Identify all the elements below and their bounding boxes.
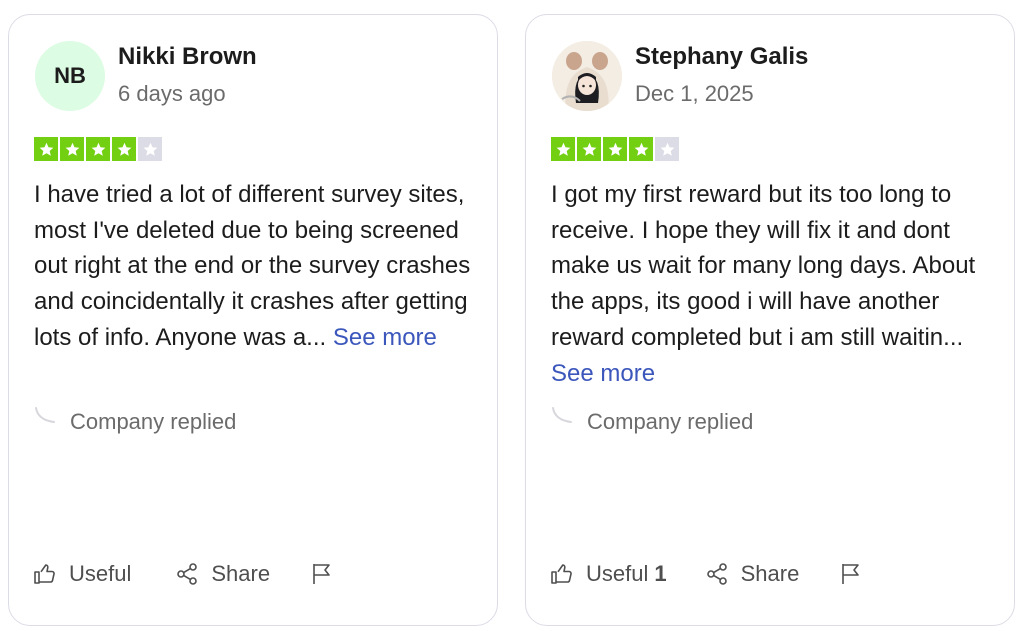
reply-corner-icon xyxy=(35,407,55,423)
star-filled-icon xyxy=(86,137,110,161)
share-button[interactable]: Share xyxy=(175,561,270,587)
share-icon xyxy=(706,563,727,585)
review-body: I got my first reward but its too long t… xyxy=(551,181,976,351)
review-card: Stephany Galis Dec 1, 2025 I got my firs… xyxy=(525,14,1015,626)
company-replied-label: Company replied xyxy=(587,409,754,434)
report-button[interactable] xyxy=(310,562,346,586)
share-label: Share xyxy=(211,561,271,586)
review-actions: Useful 1 Share xyxy=(550,561,875,587)
review-date: 6 days ago xyxy=(118,81,226,106)
useful-button[interactable]: Useful xyxy=(33,561,137,587)
avatar[interactable] xyxy=(552,41,622,111)
report-button[interactable] xyxy=(839,562,875,586)
star-filled-icon xyxy=(603,137,627,161)
thumbs-up-icon xyxy=(34,564,55,584)
share-icon xyxy=(177,563,198,585)
review-card: NB Nikki Brown 6 days ago I have tried a… xyxy=(8,14,498,626)
useful-label: Useful xyxy=(69,561,132,586)
company-replied-label: Company replied xyxy=(70,409,237,434)
avatar-photo-icon xyxy=(552,41,622,111)
useful-button[interactable]: Useful 1 xyxy=(550,561,667,587)
review-text[interactable]: I have tried a lot of different survey s… xyxy=(34,177,474,356)
review-actions: Useful Share xyxy=(33,561,346,587)
star-filled-icon xyxy=(60,137,84,161)
star-filled-icon xyxy=(112,137,136,161)
flag-icon xyxy=(313,564,330,584)
see-more-link[interactable]: See more xyxy=(551,360,655,387)
star-rating xyxy=(551,137,679,161)
thumbs-up-icon xyxy=(551,564,572,584)
share-label: Share xyxy=(740,561,800,586)
reviewer-name[interactable]: Nikki Brown xyxy=(118,43,257,71)
company-replied[interactable]: Company replied xyxy=(34,407,237,435)
star-filled-icon xyxy=(34,137,58,161)
review-text[interactable]: I got my first reward but its too long t… xyxy=(551,177,991,391)
star-empty-icon xyxy=(138,137,162,161)
see-more-link[interactable]: See more xyxy=(333,324,437,351)
reply-corner-icon xyxy=(552,407,572,423)
star-empty-icon xyxy=(655,137,679,161)
useful-count: 1 xyxy=(654,561,667,586)
flag-icon xyxy=(842,564,860,584)
star-filled-icon xyxy=(629,137,653,161)
reviewer-name[interactable]: Stephany Galis xyxy=(635,43,808,71)
avatar-initials: NB xyxy=(54,63,86,88)
company-replied[interactable]: Company replied xyxy=(551,407,754,435)
useful-label: Useful xyxy=(586,561,649,586)
star-filled-icon xyxy=(551,137,575,161)
star-filled-icon xyxy=(577,137,601,161)
share-button[interactable]: Share xyxy=(705,561,800,587)
star-rating xyxy=(34,137,162,161)
review-date: Dec 1, 2025 xyxy=(635,81,754,106)
avatar[interactable]: NB xyxy=(35,41,105,111)
